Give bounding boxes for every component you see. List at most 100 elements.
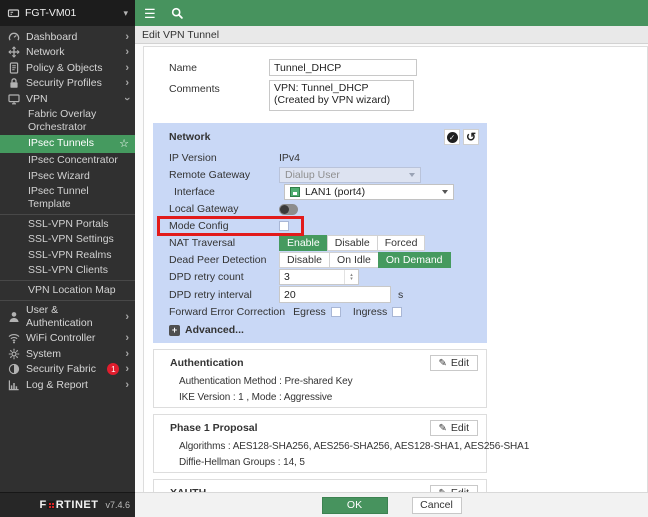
comments-row: Comments VPN: Tunnel_DHCP (Created by VP… (169, 80, 647, 111)
sidebar-item-policy-objects[interactable]: Policy & Objects › (0, 60, 135, 76)
nat-traversal-forced-button[interactable]: Forced (376, 235, 426, 251)
interface-value: LAN1 (port4) (305, 186, 366, 198)
sidebar-item-label: VPN Location Map (28, 284, 116, 296)
authentication-method-text: Authentication Method : Pre-shared Key (179, 376, 353, 387)
dpd-retry-interval-input[interactable] (279, 286, 391, 303)
network-icon (8, 46, 20, 58)
sidebar-item-label: VPN (26, 92, 48, 105)
sidebar-item-user-authentication[interactable]: User & Authentication › (0, 300, 135, 331)
fortinet-logo: F RTINET (39, 499, 99, 511)
ip-version-row: IP Version IPv4 (169, 150, 479, 166)
stepper-arrows-icon[interactable]: ▴ ▾ (344, 270, 358, 284)
sidebar-item-ssl-vpn-portals[interactable]: SSL-VPN Portals (0, 213, 135, 232)
advanced-expander[interactable]: + Advanced... (169, 324, 479, 336)
sidebar-item-ipsec-wizard[interactable]: IPsec Wizard (0, 168, 135, 184)
chevron-right-icon: › (125, 347, 129, 360)
authentication-title: Authentication (170, 357, 244, 369)
interface-select[interactable]: LAN1 (port4) (284, 184, 454, 200)
search-icon[interactable] (171, 7, 184, 20)
sidebar-item-label: Security Fabric (26, 363, 97, 375)
firmware-version: v7.4.6 (105, 500, 130, 510)
sidebar-item-label: SSL-VPN Realms (28, 248, 112, 261)
name-label: Name (169, 62, 198, 74)
chevron-right-icon: › (125, 61, 129, 74)
mode-config-checkbox[interactable] (279, 221, 289, 231)
nat-traversal-label: NAT Traversal (169, 237, 236, 249)
lock-icon (8, 77, 20, 89)
algorithms-text: Algorithms : AES128-SHA256, AES256-SHA25… (179, 441, 530, 452)
sidebar-footer: F RTINET v7.4.6 (0, 492, 135, 517)
mode-config-label: Mode Config (169, 220, 229, 232)
seconds-unit-label: s (398, 288, 404, 301)
authentication-edit-button[interactable]: ✎ Edit (429, 355, 478, 371)
pencil-icon: ✎ (438, 357, 447, 369)
ok-button[interactable]: OK (321, 496, 388, 514)
advanced-label: Advanced... (185, 324, 244, 336)
sidebar-item-ssl-vpn-settings[interactable]: SSL-VPN Settings (0, 232, 135, 248)
local-gateway-toggle[interactable] (279, 203, 298, 215)
nat-traversal-disable-button[interactable]: Disable (326, 235, 378, 251)
sidebar-item-ssl-vpn-realms[interactable]: SSL-VPN Realms (0, 247, 135, 263)
gear-icon (8, 348, 20, 360)
pencil-icon: ✎ (438, 422, 447, 434)
comments-input[interactable]: VPN: Tunnel_DHCP (Created by VPN wizard) (269, 80, 414, 111)
ip-version-label: IP Version (169, 152, 217, 164)
dpd-on-demand-button[interactable]: On Demand (377, 252, 451, 268)
network-section-title: Network (169, 131, 211, 143)
undo-icon: ↺ (465, 130, 477, 144)
chevron-down-icon (442, 190, 448, 194)
ike-version-text: IKE Version : 1 , Mode : Aggressive (179, 392, 333, 403)
main-content: ☰ Edit VPN Tunnel Name Comments VPN: Tun… (135, 0, 648, 517)
sidebar-item-label: IPsec Tunnel Template (28, 185, 89, 210)
name-input[interactable] (269, 59, 417, 76)
interface-row: Interface LAN1 (port4) (169, 184, 479, 200)
sidebar-item-network[interactable]: Network › (0, 45, 135, 61)
sidebar-item-wifi-controller[interactable]: WiFi Controller › (0, 331, 135, 347)
dpd-on-idle-button[interactable]: On Idle (329, 252, 379, 268)
confirm-section-button[interactable]: ✓ (444, 129, 460, 145)
fortinet-logo-o (47, 501, 56, 509)
hostname: FGT-VM01 (25, 7, 77, 19)
sidebar-item-dashboard[interactable]: Dashboard › (0, 29, 135, 45)
sidebar: FGT-VM01 ▾ Dashboard › Network › Policy & Ob… (0, 0, 135, 517)
network-section: Network ✓ ↺ IP Version IPv4 Remote Gatew… (153, 123, 487, 343)
dpd-disable-button[interactable]: Disable (279, 252, 331, 268)
sidebar-item-fabric-overlay-orchestrator[interactable]: Fabric Overlay Orchestrator (0, 107, 135, 135)
favorite-star-icon[interactable]: ☆ (119, 137, 129, 150)
hamburger-menu-icon[interactable]: ☰ (144, 7, 156, 20)
forward-error-correction-label: Forward Error Correction (169, 306, 286, 318)
sidebar-item-label: WiFi Controller (26, 332, 96, 344)
monitor-icon (8, 93, 20, 105)
remote-gateway-select: Dialup User (279, 167, 421, 183)
egress-checkbox[interactable] (330, 307, 341, 317)
sidebar-item-label: SSL-VPN Clients (28, 264, 108, 276)
dpd-retry-count-input[interactable] (280, 270, 344, 284)
sidebar-item-ipsec-concentrator[interactable]: IPsec Concentrator (0, 153, 135, 169)
sidebar-item-security-fabric[interactable]: Security Fabric 1 › (0, 362, 135, 378)
nat-traversal-enable-button[interactable]: Enable (279, 235, 328, 251)
ethernet-port-icon (290, 187, 300, 197)
nat-traversal-segmented-control: Enable Disable Forced (279, 235, 426, 251)
sidebar-item-label: IPsec Concentrator (28, 154, 118, 166)
sidebar-item-ipsec-tunnel-template[interactable]: IPsec Tunnel Template (0, 184, 135, 212)
sidebar-item-vpn[interactable]: VPN › (0, 91, 135, 107)
cancel-button[interactable]: Cancel (411, 496, 462, 514)
sidebar-item-system[interactable]: System › (0, 346, 135, 362)
dpd-retry-interval-row: DPD retry interval s (169, 286, 479, 303)
breadcrumb: Edit VPN Tunnel (135, 26, 648, 44)
sidebar-item-vpn-location-map[interactable]: VPN Location Map (0, 280, 135, 298)
revert-section-button[interactable]: ↺ (463, 129, 479, 145)
sidebar-item-label: SSL-VPN Portals (28, 217, 109, 230)
ingress-checkbox[interactable] (392, 307, 403, 317)
sidebar-item-ssl-vpn-clients[interactable]: SSL-VPN Clients (0, 263, 135, 279)
dpd-segmented-control: Disable On Idle On Demand (279, 252, 451, 268)
sidebar-item-security-profiles[interactable]: Security Profiles › (0, 76, 135, 92)
phase1-edit-button[interactable]: ✎ Edit (429, 420, 478, 436)
sidebar-item-label: Fabric Overlay Orchestrator (28, 108, 97, 133)
page-body: Name Comments VPN: Tunnel_DHCP (Created … (135, 44, 648, 517)
sidebar-item-log-report[interactable]: Log & Report › (0, 377, 135, 393)
chevron-down-icon: › (121, 96, 134, 101)
comments-label: Comments (169, 83, 220, 95)
device-selector[interactable]: FGT-VM01 ▾ (0, 0, 135, 26)
sidebar-item-ipsec-tunnels[interactable]: IPsec Tunnels ☆ (0, 134, 135, 153)
